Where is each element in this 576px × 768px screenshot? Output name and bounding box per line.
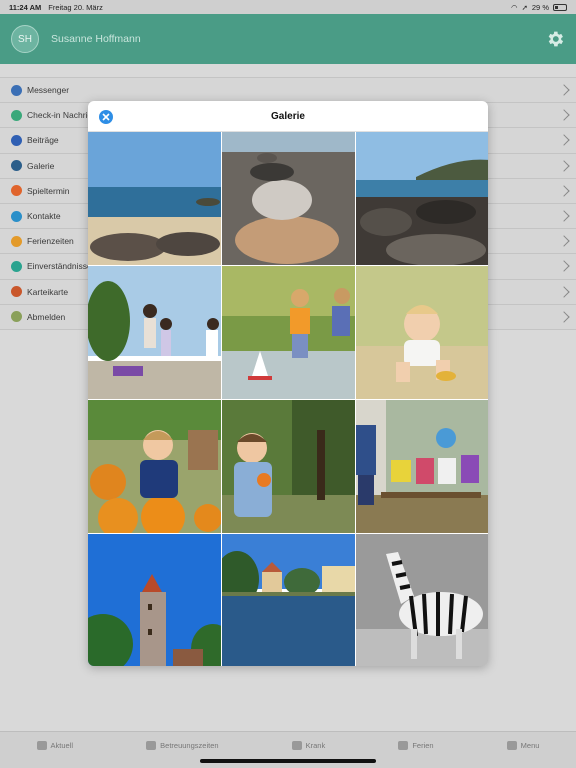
menu-item-icon bbox=[11, 185, 22, 197]
photo-rocky-coast[interactable] bbox=[356, 132, 488, 265]
menu-item-icon bbox=[11, 210, 22, 222]
menu-item-icon bbox=[11, 134, 22, 146]
menu-item-icon bbox=[11, 84, 22, 96]
menu-icon bbox=[506, 740, 517, 750]
menu-item-icon bbox=[11, 160, 22, 172]
modal-title: Galerie bbox=[271, 110, 305, 122]
photo-grid bbox=[88, 132, 488, 666]
battery-icon bbox=[553, 3, 567, 11]
tab-label: Ferien bbox=[412, 740, 434, 750]
photo-zebra[interactable] bbox=[356, 534, 488, 666]
menu-item-label: Beiträge bbox=[27, 135, 59, 146]
user-name: Susanne Hoffmann bbox=[51, 33, 141, 45]
tab-aktuell[interactable]: Aktuell bbox=[36, 740, 74, 750]
chevron-right-icon bbox=[558, 185, 570, 197]
menu-item-icon bbox=[11, 260, 22, 272]
battery-percent: 29 % bbox=[531, 2, 549, 12]
menu-item-icon bbox=[11, 109, 22, 121]
tab-label: Aktuell bbox=[50, 740, 74, 750]
modal-header: Galerie bbox=[88, 101, 488, 132]
wifi-icon: ◠ bbox=[511, 2, 518, 12]
photo-children-playing-outside[interactable] bbox=[88, 266, 221, 399]
thermometer-icon bbox=[291, 740, 302, 750]
menu-item-label: Spieltermin bbox=[27, 185, 70, 196]
photo-tower[interactable] bbox=[88, 534, 221, 666]
chevron-right-icon bbox=[558, 84, 570, 96]
tab-krank[interactable]: Krank bbox=[291, 740, 326, 750]
tab-menu[interactable]: Menu bbox=[506, 740, 540, 750]
chevron-right-icon bbox=[558, 109, 570, 121]
avatar[interactable]: SH bbox=[11, 25, 39, 53]
menu-item-label: Ferienzeiten bbox=[27, 236, 74, 247]
photo-toddler-crawling[interactable] bbox=[356, 266, 488, 399]
status-time: 11:24 AM bbox=[9, 2, 42, 12]
menu-item-label: Check-in Nachric bbox=[27, 110, 92, 121]
tab-ferien[interactable]: Ferien bbox=[398, 740, 434, 750]
photo-river-town[interactable] bbox=[222, 534, 355, 666]
status-indicators: ◠ ➚ 29 % bbox=[511, 3, 567, 12]
menu-item-icon bbox=[11, 311, 22, 323]
chevron-right-icon bbox=[558, 260, 570, 273]
menu-item-label: Galerie bbox=[27, 160, 55, 171]
menu-item-label: Abmelden bbox=[27, 311, 66, 322]
tab-label: Krank bbox=[305, 740, 326, 750]
menu-item-label: Einverständnisse bbox=[27, 261, 92, 272]
menu-item-label: Karteikarte bbox=[27, 286, 69, 297]
status-date: Freitag 20. März bbox=[48, 2, 103, 12]
photo-beach-with-rocks[interactable] bbox=[88, 132, 221, 265]
app-header: SH Susanne Hoffmann bbox=[0, 14, 576, 64]
photo-toddler-eating-fruit[interactable] bbox=[222, 400, 355, 533]
menu-item[interactable]: Messenger bbox=[0, 78, 576, 104]
gallery-modal: Galerie bbox=[88, 101, 488, 666]
status-bar: 11:24 AM Freitag 20. März ◠ ➚ 29 % bbox=[0, 0, 576, 14]
news-icon bbox=[36, 740, 47, 750]
close-icon[interactable] bbox=[99, 110, 113, 124]
menu-item-label: Kontakte bbox=[27, 211, 61, 222]
chevron-right-icon bbox=[558, 159, 570, 172]
menu-item-label: Messenger bbox=[27, 85, 70, 96]
photo-children-splashing-water[interactable] bbox=[222, 266, 355, 399]
clock-icon bbox=[146, 740, 157, 750]
chevron-right-icon bbox=[558, 210, 570, 222]
plane-icon bbox=[398, 740, 409, 750]
chevron-right-icon bbox=[558, 134, 570, 147]
location-icon: ➚ bbox=[521, 2, 528, 12]
gear-icon[interactable] bbox=[545, 29, 565, 49]
chevron-right-icon bbox=[558, 285, 570, 298]
photo-boy-with-pumpkins[interactable] bbox=[88, 400, 221, 533]
home-indicator bbox=[200, 759, 376, 763]
photo-children-in-forest[interactable] bbox=[356, 400, 488, 533]
chevron-right-icon bbox=[558, 235, 570, 247]
tab-label: Betreuungszeiten bbox=[160, 740, 219, 750]
tab-betreuungszeiten[interactable]: Betreuungszeiten bbox=[146, 740, 219, 750]
photo-stacked-stones[interactable] bbox=[222, 132, 355, 265]
chevron-right-icon bbox=[558, 311, 570, 323]
menu-item-icon bbox=[11, 286, 22, 298]
menu-item-icon bbox=[11, 235, 22, 247]
tab-label: Menu bbox=[520, 740, 540, 750]
